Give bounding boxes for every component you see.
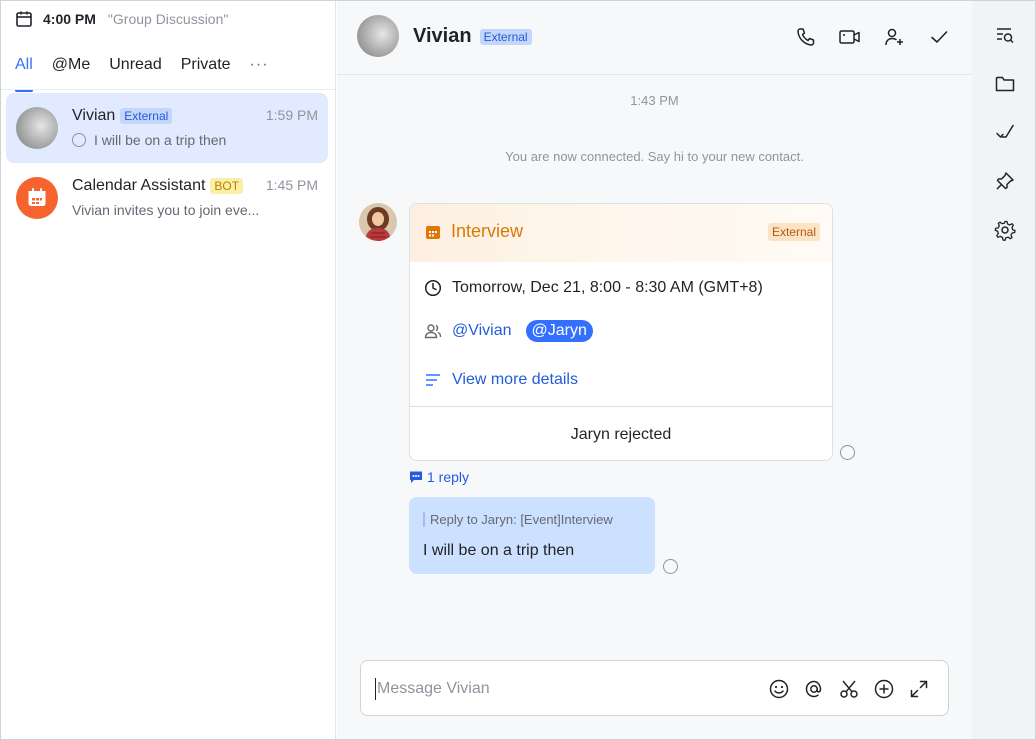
system-message: You are now connected. Say hi to your ne… xyxy=(505,149,804,164)
calendar-icon xyxy=(15,10,33,28)
tab-mentions[interactable]: @Me xyxy=(52,56,90,74)
conversation-item-vivian[interactable]: Vivian External 1:59 PM I will be on a t… xyxy=(6,93,328,163)
calendar-icon xyxy=(28,188,46,206)
clock-icon xyxy=(424,279,442,297)
view-details-link[interactable]: View more details xyxy=(452,371,578,389)
done-icon[interactable] xyxy=(994,121,1016,143)
event-title: Interview xyxy=(451,221,524,241)
message-bubble[interactable]: Reply to Jaryn: [Event]Interview I will … xyxy=(409,497,655,574)
thread-icon xyxy=(409,470,423,484)
phone-icon[interactable] xyxy=(794,25,818,49)
conversation-preview: I will be on a trip then xyxy=(72,132,226,148)
add-member-icon[interactable] xyxy=(882,25,906,49)
card-header: Interview External xyxy=(410,204,832,262)
calendar-bot-avatar xyxy=(16,177,58,219)
sender-avatar[interactable] xyxy=(359,203,397,241)
event-attendees-row: @Vivian @Jaryn xyxy=(424,320,607,342)
message-input[interactable] xyxy=(375,678,755,700)
conversation-name: Calendar Assistant BOT xyxy=(72,177,244,195)
unread-status-icon xyxy=(72,133,86,147)
event-time: Tomorrow, Dec 21, 8:00 - 8:30 AM (GMT+8) xyxy=(452,279,763,296)
bot-badge: BOT xyxy=(210,178,244,194)
read-status-icon xyxy=(840,445,855,460)
video-icon[interactable] xyxy=(838,25,862,49)
external-badge: External xyxy=(479,28,532,45)
conversation-time: 1:59 PM xyxy=(265,107,318,123)
contact-avatar[interactable] xyxy=(357,15,399,57)
message-composer xyxy=(360,660,949,716)
settings-icon[interactable] xyxy=(994,219,1016,241)
calendar-event-card[interactable]: Interview External Tomorrow, Dec 21, 8:0… xyxy=(409,203,833,461)
conversation-sidebar: 4:00 PM "Group Discussion" All @Me Unrea… xyxy=(1,1,336,739)
pin-icon[interactable] xyxy=(994,170,1016,192)
calendar-icon xyxy=(425,224,441,240)
message-timestamp: 1:43 PM xyxy=(630,93,679,108)
divider xyxy=(1,89,335,90)
scissors-icon[interactable] xyxy=(837,677,861,701)
event-details-row: View more details xyxy=(424,371,578,389)
schedule-time: 4:00 PM xyxy=(43,11,96,27)
message-text: I will be on a trip then xyxy=(423,542,575,559)
check-icon[interactable] xyxy=(927,25,951,49)
conversation-name: Vivian External xyxy=(72,107,173,125)
external-badge: External xyxy=(767,223,820,241)
details-list-icon xyxy=(424,371,442,389)
chat-header: Vivian External xyxy=(337,1,972,75)
conversation-preview: Vivian invites you to join eve... xyxy=(72,202,260,218)
event-status: Jaryn rejected xyxy=(410,406,832,460)
attendee-mention-vivian[interactable]: @Vivian xyxy=(452,322,512,340)
schedule-bar[interactable]: 4:00 PM "Group Discussion" xyxy=(15,9,228,29)
plus-circle-icon[interactable] xyxy=(872,677,896,701)
chat-title: Vivian External xyxy=(413,25,532,48)
search-messages-icon[interactable] xyxy=(994,25,1016,47)
thread-reply-link[interactable]: 1 reply xyxy=(409,469,469,485)
reply-quote: Reply to Jaryn: [Event]Interview xyxy=(423,512,613,527)
chat-panel: Vivian External 1:43 PM You are now conn… xyxy=(337,1,972,739)
avatar xyxy=(16,107,58,149)
conversation-time: 1:45 PM xyxy=(265,177,318,193)
tab-unread[interactable]: Unread xyxy=(109,56,161,74)
filter-tabs: All @Me Unread Private ··· xyxy=(15,53,269,92)
schedule-context: "Group Discussion" xyxy=(107,11,229,27)
folder-icon[interactable] xyxy=(994,73,1016,95)
tab-private[interactable]: Private xyxy=(181,56,231,74)
read-status-icon xyxy=(663,559,678,574)
more-tabs-button[interactable]: ··· xyxy=(250,56,269,74)
tab-all[interactable]: All xyxy=(15,56,33,92)
event-time-row: Tomorrow, Dec 21, 8:00 - 8:30 AM (GMT+8) xyxy=(424,279,763,297)
expand-icon[interactable] xyxy=(907,677,931,701)
attendees-icon xyxy=(424,322,442,340)
emoji-icon[interactable] xyxy=(767,677,791,701)
mention-icon[interactable] xyxy=(802,677,826,701)
conversation-item-calendar-assistant[interactable]: Calendar Assistant BOT 1:45 PM Vivian in… xyxy=(6,163,328,233)
right-toolbar xyxy=(972,1,1035,739)
attendee-mention-jaryn[interactable]: @Jaryn xyxy=(525,320,593,342)
external-badge: External xyxy=(120,108,173,124)
